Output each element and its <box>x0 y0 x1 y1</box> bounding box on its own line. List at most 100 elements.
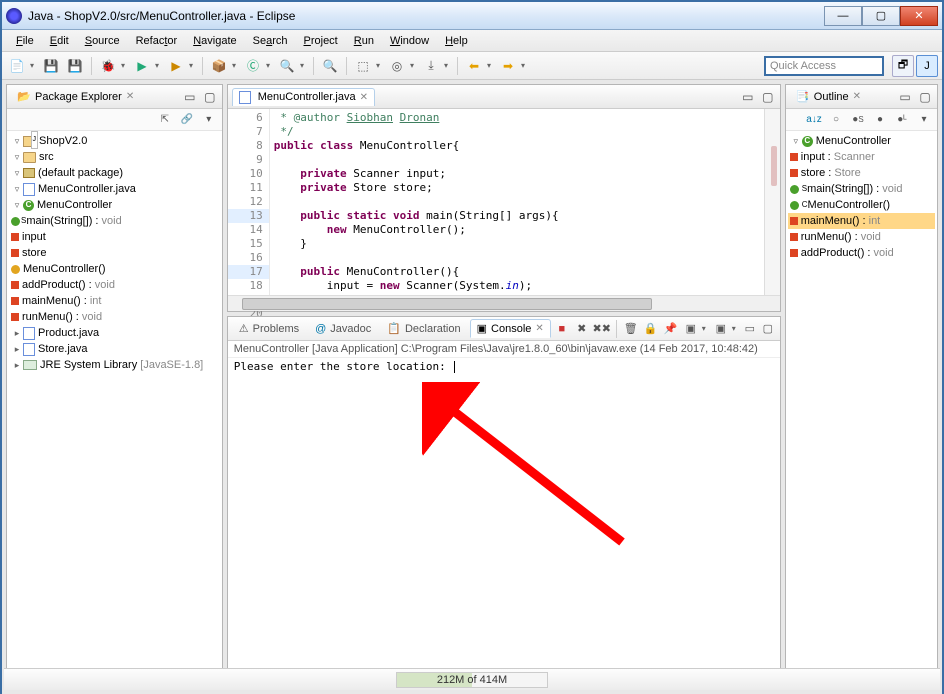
menu-help[interactable]: Help <box>437 32 476 50</box>
java-file-node[interactable]: Product.java <box>38 325 99 341</box>
console-tab[interactable]: ▣Console✕ <box>470 319 551 338</box>
minimize-view-button[interactable]: ▭ <box>897 89 913 105</box>
new-button[interactable]: 📄 <box>6 55 28 77</box>
outline-member-node[interactable]: main(String[]) : void <box>807 181 902 197</box>
outline-member-node[interactable]: store : Store <box>801 165 861 181</box>
member-node[interactable]: runMenu() : void <box>22 309 102 325</box>
new-dropdown[interactable]: ▾ <box>30 61 38 70</box>
open-console-button[interactable]: ▣ <box>712 320 730 338</box>
maximize-view-button[interactable]: ▢ <box>760 321 776 337</box>
minimize-view-button[interactable]: ▭ <box>742 321 758 337</box>
new-class-button[interactable]: Ⓒ <box>242 55 264 77</box>
maximize-view-button[interactable]: ▢ <box>917 89 933 105</box>
hide-local-button[interactable]: ●ᴸ <box>893 111 911 129</box>
editor-tab[interactable]: MenuController.java ✕ <box>232 88 375 106</box>
view-menu-button[interactable]: ▾ <box>915 111 933 129</box>
quick-access-input[interactable]: Quick Access <box>764 56 884 76</box>
java-file-node[interactable]: Store.java <box>38 341 88 357</box>
hide-fields-button[interactable]: ○ <box>827 111 845 129</box>
remove-all-button[interactable]: ✖✖ <box>593 320 611 338</box>
pin-console-button[interactable]: 📌 <box>662 320 680 338</box>
overview-ruler[interactable] <box>764 109 780 295</box>
member-node[interactable]: input <box>22 229 46 245</box>
back-button[interactable]: ⬅ <box>463 55 485 77</box>
menu-source[interactable]: Source <box>77 32 128 50</box>
menu-project[interactable]: Project <box>296 32 346 50</box>
forward-button[interactable]: ➡ <box>497 55 519 77</box>
annotation-nav-button[interactable]: ◎ <box>386 55 408 77</box>
next-annotation-button[interactable]: ⤓ <box>420 55 442 77</box>
display-selected-button[interactable]: ▣ <box>682 320 700 338</box>
package-explorer-tab[interactable]: 📂 Package Explorer ✕ <box>11 88 140 106</box>
src-folder-node[interactable]: src <box>39 149 54 165</box>
outline-member-node[interactable]: input : Scanner <box>801 149 875 165</box>
maximize-view-button[interactable]: ▢ <box>760 89 776 105</box>
hide-nonpublic-button[interactable]: ● <box>871 111 889 129</box>
class-node[interactable]: MenuController <box>37 197 112 213</box>
close-icon[interactable]: ✕ <box>853 91 861 102</box>
search-button[interactable]: 🔍 <box>319 55 341 77</box>
remove-launch-button[interactable]: ✖ <box>573 320 591 338</box>
outline-member-node[interactable]: runMenu() : void <box>801 229 881 245</box>
hide-static-button[interactable]: ●S <box>849 111 867 129</box>
new-package-button[interactable]: 📦 <box>208 55 230 77</box>
close-icon[interactable]: ✕ <box>126 91 134 102</box>
member-node[interactable]: mainMenu() : int <box>22 293 101 309</box>
open-type-button[interactable]: 🔍 <box>276 55 298 77</box>
maximize-view-button[interactable]: ▢ <box>202 89 218 105</box>
close-button[interactable]: ✕ <box>900 6 938 26</box>
menu-navigate[interactable]: Navigate <box>185 32 244 50</box>
member-node[interactable]: MenuController() <box>23 261 106 277</box>
open-perspective-button[interactable]: 🗗 <box>892 55 914 77</box>
menu-run[interactable]: Run <box>346 32 382 50</box>
menu-search[interactable]: Search <box>245 32 296 50</box>
toggle-breadcrumb-button[interactable]: ⬚ <box>352 55 374 77</box>
constructor-icon <box>790 201 799 210</box>
close-icon[interactable]: ✕ <box>535 323 543 334</box>
member-node[interactable]: main(String[]) : void <box>26 213 121 229</box>
problems-tab[interactable]: ⚠Problems <box>232 319 306 338</box>
console-output[interactable]: Please enter the store location: <box>228 358 780 671</box>
jre-library-node[interactable]: JRE System Library [JavaSE-1.8] <box>40 357 203 373</box>
scroll-lock-button[interactable]: 🔒 <box>642 320 660 338</box>
outline-tree[interactable]: ▿CMenuController input : Scannerstore : … <box>786 131 937 673</box>
editor-body[interactable]: 67891011121314151617181920 * @author Sio… <box>228 109 780 295</box>
outline-member-node[interactable]: mainMenu() : int <box>801 213 880 229</box>
run-button[interactable]: ▶ <box>131 55 153 77</box>
javadoc-tab[interactable]: @Javadoc <box>308 320 378 338</box>
run-last-button[interactable]: ▶ <box>165 55 187 77</box>
horizontal-scrollbar[interactable] <box>242 298 652 310</box>
outline-class-node[interactable]: MenuController <box>816 133 891 149</box>
menu-refactor[interactable]: Refactor <box>128 32 186 50</box>
minimize-view-button[interactable]: ▭ <box>740 89 756 105</box>
link-editor-button[interactable]: 🔗 <box>178 111 196 129</box>
menu-file[interactable]: File <box>8 32 42 50</box>
outline-tab[interactable]: 📑 Outline ✕ <box>790 88 867 106</box>
outline-member-node[interactable]: addProduct() : void <box>801 245 894 261</box>
view-menu-button[interactable]: ▾ <box>200 111 218 129</box>
project-node[interactable]: ShopV2.0 <box>39 133 87 149</box>
save-button[interactable]: 💾 <box>40 55 62 77</box>
member-node[interactable]: store <box>22 245 46 261</box>
maximize-button[interactable]: ▢ <box>862 6 900 26</box>
save-all-button[interactable]: 💾 <box>64 55 86 77</box>
java-perspective-button[interactable]: J <box>916 55 938 77</box>
package-explorer-tree[interactable]: ▿ShopV2.0 ▿src ▿(default package) ▿MenuC… <box>7 131 222 673</box>
member-node[interactable]: addProduct() : void <box>22 277 115 293</box>
code-area[interactable]: * @author Siobhan Dronan */public class … <box>270 109 764 295</box>
menu-window[interactable]: Window <box>382 32 437 50</box>
collapse-all-button[interactable]: ⇱ <box>156 111 174 129</box>
java-file-node[interactable]: MenuController.java <box>38 181 136 197</box>
menu-edit[interactable]: Edit <box>42 32 77 50</box>
minimize-view-button[interactable]: ▭ <box>182 89 198 105</box>
declaration-tab[interactable]: 📋Declaration <box>380 319 467 338</box>
clear-console-button[interactable]: 🗑 <box>622 320 640 338</box>
sort-button[interactable]: a↓z <box>805 111 823 129</box>
package-node[interactable]: (default package) <box>38 165 123 181</box>
debug-button[interactable]: 🐞 <box>97 55 119 77</box>
minimize-button[interactable]: — <box>824 6 862 26</box>
outline-member-node[interactable]: MenuController() <box>808 197 891 213</box>
heap-status[interactable]: 212M of 414M <box>396 672 548 688</box>
terminate-button[interactable]: ■ <box>553 320 571 338</box>
close-icon[interactable]: ✕ <box>360 92 368 103</box>
